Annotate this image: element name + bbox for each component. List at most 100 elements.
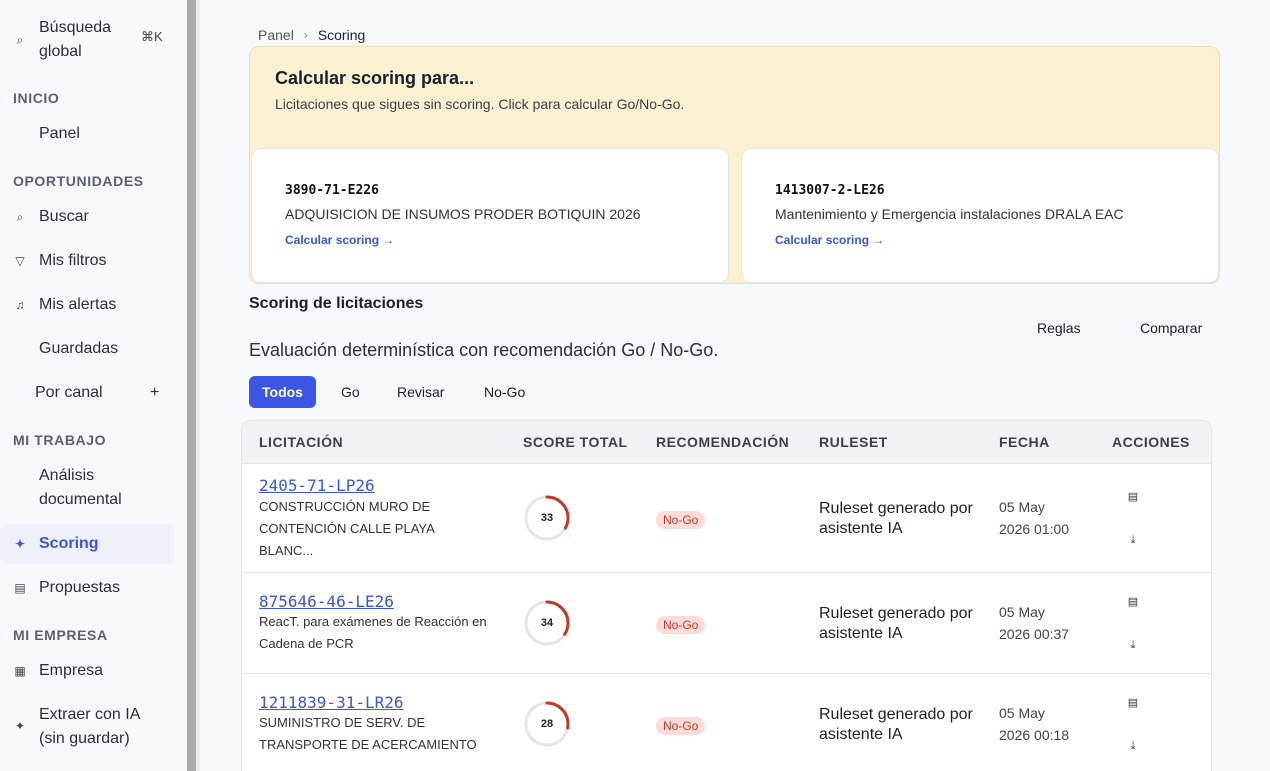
download-icon[interactable]: ⤓ <box>1126 534 1140 548</box>
building-icon: ▦ <box>14 664 26 678</box>
global-search-label-line2: global <box>39 43 82 60</box>
licitacion-name: SUMINISTRO DE SERV. DE TRANSPORTE DE ACE… <box>259 715 477 752</box>
licitacion-link[interactable]: 1211839-31-LR26 <box>259 693 404 712</box>
date-cell: 05 May 2026 01:00 <box>999 496 1099 540</box>
expand-plus-icon[interactable]: + <box>150 384 159 402</box>
filter-revisar[interactable]: Revisar <box>384 376 457 408</box>
section-mi-empresa: MI EMPRESA <box>13 627 108 643</box>
breadcrumb-current: Scoring <box>317 27 366 43</box>
breadcrumb: Panel › Scoring <box>258 27 365 43</box>
sidebar-item-label: Mis filtros <box>39 252 107 269</box>
sidebar-item-label-line2: documental <box>39 491 122 508</box>
score-value: 28 <box>540 718 554 730</box>
ruleset-text: Ruleset generado por asistente IA <box>819 706 973 743</box>
global-search-button[interactable]: ⌕ Búsqueda global ⌘K <box>0 16 174 64</box>
breadcrumb-root-link[interactable]: Panel <box>258 27 294 43</box>
date-time: 2026 00:37 <box>999 626 1070 642</box>
date-day: 05 May <box>999 499 1045 515</box>
sidebar-item-label: Panel <box>39 125 80 142</box>
licitacion-link[interactable]: 2405-71-LP26 <box>259 476 375 495</box>
column-header: RULESET <box>819 434 888 450</box>
sidebar-scrollbar[interactable] <box>187 0 196 771</box>
calcular-scoring-link[interactable]: Calcular scoring → <box>775 233 884 247</box>
sidebar-item-guardadas[interactable]: Guardadas <box>0 337 174 361</box>
search-icon: ⌕ <box>16 209 24 224</box>
filter-todos[interactable]: Todos <box>249 376 316 408</box>
sidebar-item-mis-alertas[interactable]: ♫ Mis alertas <box>0 293 174 317</box>
pending-card[interactable]: 1413007-2-LE26 Mantenimiento y Emergenci… <box>741 148 1219 283</box>
filter-go[interactable]: Go <box>328 376 373 408</box>
sidebar-item-label: Scoring <box>39 535 99 552</box>
sidebar-item-label-line1: Extraer con IA <box>39 706 141 723</box>
date-cell: 05 May 2026 00:37 <box>999 601 1099 645</box>
score-gauge: 34 <box>523 599 571 647</box>
sidebar-item-propuestas[interactable]: ▤ Propuestas <box>0 576 174 600</box>
pending-card-title: Mantenimiento y Emergencia instalaciones… <box>775 206 1124 222</box>
licitacion-name: CONSTRUCCIÓN MURO DE CONTENCIÓN CALLE PL… <box>259 499 435 558</box>
sidebar-item-analisis-documental[interactable]: Análisis documental <box>0 464 174 512</box>
sidebar-item-extraer-ia[interactable]: ✦ Extraer con IA (sin guardar) <box>0 703 174 751</box>
pending-card-code: 1413007-2-LE26 <box>775 183 885 198</box>
calcular-scoring-link[interactable]: Calcular scoring → <box>285 233 394 247</box>
column-header: SCORE TOTAL <box>523 434 628 450</box>
filter-icon: ▽ <box>15 254 25 268</box>
scoring-pending-banner: Calcular scoring para... Licitaciones qu… <box>249 46 1220 284</box>
section-inicio: INICIO <box>13 90 60 106</box>
score-gauge: 28 <box>523 700 571 748</box>
date-day: 05 May <box>999 604 1045 620</box>
column-header: LICITACIÓN <box>259 434 344 450</box>
section-heading: Scoring de licitaciones <box>249 295 424 312</box>
table-row: 875646-46-LE26 ReacT. para exámenes de R… <box>242 573 1211 674</box>
download-icon[interactable]: ⤓ <box>1126 639 1140 653</box>
date-time: 2026 01:00 <box>999 521 1070 537</box>
reglas-button[interactable]: Reglas <box>1037 320 1081 336</box>
sparkles-icon: ✦ <box>14 537 26 551</box>
ruleset-text: Ruleset generado por asistente IA <box>819 500 973 537</box>
section-oportunidades: OPORTUNIDADES <box>13 173 144 189</box>
filter-no-go[interactable]: No-Go <box>471 376 538 408</box>
sidebar-item-buscar[interactable]: ⌕ Buscar <box>0 205 174 229</box>
sidebar-item-mis-filtros[interactable]: ▽ Mis filtros <box>0 249 174 273</box>
table-header: LICITACIÓN SCORE TOTAL RECOMENDACIÓN RUL… <box>242 421 1211 464</box>
section-description: Evaluación determinística con recomendac… <box>249 340 719 360</box>
date-cell: 05 May 2026 00:18 <box>999 702 1099 746</box>
date-day: 05 May <box>999 705 1045 721</box>
banner-subtitle: Licitaciones que sigues sin scoring. Cli… <box>275 96 685 112</box>
sidebar-scroll-track <box>196 0 200 771</box>
pending-card-code: 3890-71-E226 <box>285 183 379 198</box>
document-icon[interactable]: ▤ <box>1126 696 1140 710</box>
sidebar-item-label: Propuestas <box>39 579 120 596</box>
sidebar: ⌕ Búsqueda global ⌘K INICIO Panel OPORTU… <box>0 0 186 771</box>
document-icon[interactable]: ▤ <box>1126 595 1140 609</box>
document-icon[interactable]: ▤ <box>1126 490 1140 504</box>
sparkles-icon: ✦ <box>14 719 26 733</box>
sidebar-item-label-line2: (sin guardar) <box>39 730 130 747</box>
recommendation-badge: No-Go <box>656 616 706 634</box>
download-icon[interactable]: ⤓ <box>1126 740 1140 754</box>
sidebar-item-por-canal[interactable]: Por canal + <box>0 381 174 405</box>
pending-card-title: ADQUISICION DE INSUMOS PRODER BOTIQUIN 2… <box>285 206 641 222</box>
sidebar-item-empresa[interactable]: ▦ Empresa <box>0 659 174 683</box>
sidebar-item-panel[interactable]: Panel <box>0 122 174 146</box>
recommendation-badge: No-Go <box>656 717 706 735</box>
banner-title: Calcular scoring para... <box>275 68 475 88</box>
table-row: 1211839-31-LR26 SUMINISTRO DE SERV. DE T… <box>242 674 1211 771</box>
score-value: 34 <box>540 617 554 629</box>
column-header: RECOMENDACIÓN <box>656 434 790 450</box>
sidebar-item-label: Empresa <box>39 662 104 679</box>
column-header: FECHA <box>999 434 1050 450</box>
licitacion-link[interactable]: 875646-46-LE26 <box>259 592 394 611</box>
comparar-button[interactable]: Comparar <box>1140 320 1202 336</box>
sidebar-item-label: Buscar <box>39 208 89 225</box>
sidebar-item-label-line1: Análisis <box>39 467 95 484</box>
sidebar-item-label: Guardadas <box>39 340 119 357</box>
recommendation-badge: No-Go <box>656 511 706 529</box>
table-row: 2405-71-LP26 CONSTRUCCIÓN MURO DE CONTEN… <box>242 464 1211 573</box>
sidebar-item-label: Por canal <box>35 384 103 401</box>
section-mi-trabajo: MI TRABAJO <box>13 432 107 448</box>
search-icon: ⌕ <box>16 32 24 47</box>
global-search-label-line1: Búsqueda <box>39 19 112 36</box>
pending-card[interactable]: 3890-71-E226 ADQUISICION DE INSUMOS PROD… <box>251 148 729 283</box>
column-header: ACCIONES <box>1112 434 1190 450</box>
sidebar-item-scoring[interactable]: ✦ Scoring <box>0 524 174 564</box>
